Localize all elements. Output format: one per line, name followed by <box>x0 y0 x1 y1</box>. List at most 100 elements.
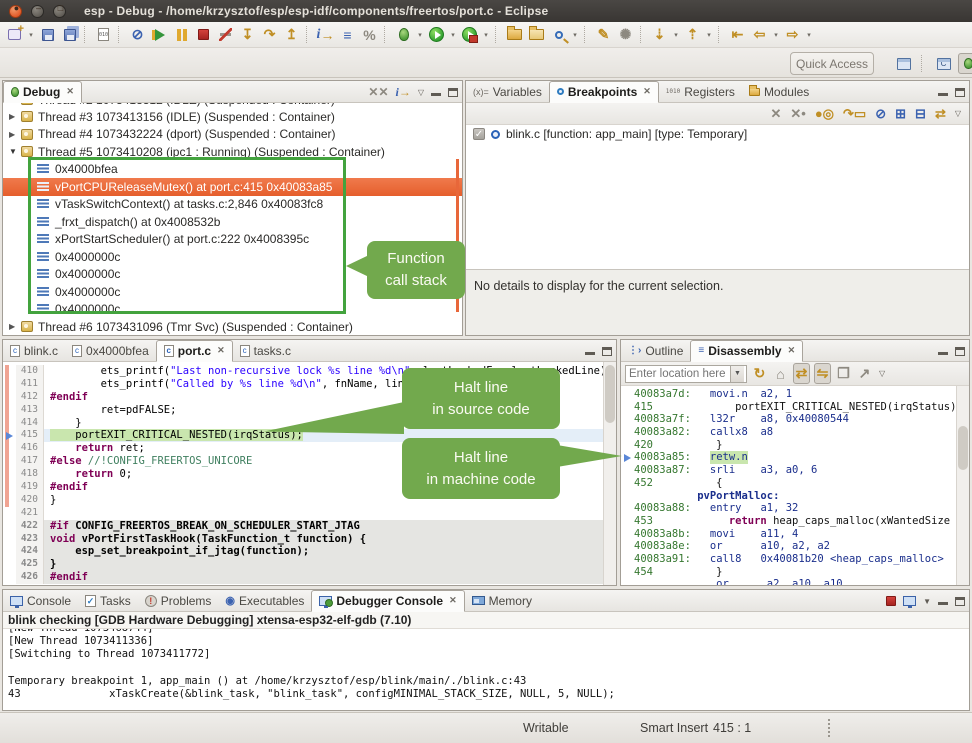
debug-button[interactable] <box>393 24 414 45</box>
sync-with-context-button[interactable]: ⇄ <box>793 363 810 384</box>
view-menu-icon[interactable]: ▽ <box>879 369 885 378</box>
skip-all-breakpoints-button[interactable]: ⊘ <box>127 24 148 45</box>
line-number[interactable]: 414 <box>16 417 44 430</box>
step-into-button[interactable]: ↧ <box>237 24 258 45</box>
tree-twistie-icon[interactable]: ▶ <box>9 112 21 121</box>
console-dropdown[interactable]: ▼ <box>923 597 931 606</box>
maximize-view-icon[interactable] <box>448 88 458 97</box>
stack-frame-row[interactable]: vPortCPUReleaseMutex() at port.c:415 0x4… <box>3 178 462 196</box>
collapse-all-button[interactable]: ⊟ <box>915 106 926 122</box>
step-return-button[interactable]: ↥ <box>281 24 302 45</box>
remove-breakpoint-button[interactable]: ✕ <box>770 106 781 122</box>
back-button[interactable]: ⇦ <box>749 24 770 45</box>
suspend-button[interactable] <box>171 24 192 45</box>
search-dropdown[interactable]: ▾ <box>570 24 580 45</box>
external-tools-button[interactable] <box>459 24 480 45</box>
forward-dropdown[interactable]: ▾ <box>804 24 814 45</box>
maximize-view-icon[interactable] <box>955 88 965 97</box>
tab-modules[interactable]: Modules <box>742 81 816 103</box>
expand-all-button[interactable]: ⊞ <box>895 106 906 122</box>
display-console-button[interactable] <box>903 596 916 606</box>
tab-blink-c[interactable]: c blink.c <box>3 340 65 362</box>
disassembly-scrollbar[interactable] <box>956 386 969 585</box>
previous-annotation-button[interactable]: ⇡ <box>682 24 703 45</box>
skip-all-breakpoints-button[interactable]: ⊘ <box>875 106 886 122</box>
open-resource-button[interactable] <box>526 24 547 45</box>
tab-outline[interactable]: ⋮› Outline <box>621 340 690 362</box>
refresh-button[interactable]: ↻ <box>751 363 768 384</box>
tab-console[interactable]: Console <box>3 590 78 612</box>
external-tools-dropdown[interactable]: ▾ <box>481 24 491 45</box>
editor-scrollbar[interactable] <box>603 362 616 585</box>
instruction-stepping-button[interactable]: ≡ <box>337 24 358 45</box>
show-source-button[interactable]: ⇋ <box>814 363 831 384</box>
close-icon[interactable]: ✕ <box>217 345 225 356</box>
search-button[interactable] <box>548 24 569 45</box>
copy-button[interactable]: ❐ <box>835 363 852 384</box>
line-number[interactable]: 416 <box>16 442 44 455</box>
close-icon[interactable]: ✕ <box>66 86 74 97</box>
tab-memory[interactable]: Memory <box>465 590 539 612</box>
breakpoint-item[interactable]: ✓ blink.c [function: app_main] [type: Te… <box>466 125 969 143</box>
line-number[interactable]: 411 <box>16 378 44 391</box>
new-cpp-project-button[interactable] <box>504 24 525 45</box>
open-binary-button[interactable]: 010 <box>93 24 114 45</box>
close-icon[interactable]: ✕ <box>449 595 457 606</box>
line-number[interactable]: 420 <box>16 494 44 507</box>
debug-thread-row[interactable]: ▼Thread #5 1073410208 (ipc1 : Running) (… <box>3 143 462 161</box>
scrollbar-thumb[interactable] <box>958 426 968 470</box>
forward-button[interactable]: ⇨ <box>782 24 803 45</box>
scrollbar-thumb[interactable] <box>605 365 615 423</box>
debug-dropdown[interactable]: ▾ <box>415 24 425 45</box>
save-all-button[interactable] <box>59 24 80 45</box>
stack-frame-row[interactable]: vTaskSwitchContext() at tasks.c:2,846 0x… <box>3 196 462 214</box>
stack-frame-row[interactable]: 0x4000bfea <box>3 161 462 179</box>
tab-port-c[interactable]: c port.c ✕ <box>156 340 233 362</box>
tab-debug[interactable]: Debug ✕ <box>3 81 82 103</box>
mark-occurrences-button[interactable]: ✎ <box>593 24 614 45</box>
line-number[interactable]: 425 <box>16 558 44 571</box>
console-output[interactable]: [New Thread 1073468744][New Thread 10734… <box>3 629 969 710</box>
run-dropdown[interactable]: ▾ <box>448 24 458 45</box>
run-button[interactable] <box>426 24 447 45</box>
remove-all-terminated-button[interactable]: ✕✕ <box>368 85 388 99</box>
stack-frame-row[interactable]: 0x4000000c <box>3 301 462 319</box>
tree-twistie-icon[interactable]: ▶ <box>9 103 21 104</box>
maximize-view-icon[interactable] <box>955 597 965 606</box>
line-number[interactable]: 423 <box>16 533 44 546</box>
home-button[interactable]: ⌂ <box>772 363 789 384</box>
tab-tasks-c[interactable]: c tasks.c <box>233 340 298 362</box>
minimize-view-icon[interactable] <box>938 347 948 355</box>
tree-twistie-icon[interactable]: ▼ <box>9 147 21 156</box>
tab-debugger-console[interactable]: Debugger Console ✕ <box>311 590 464 612</box>
line-number[interactable]: 418 <box>16 468 44 481</box>
tree-twistie-icon[interactable]: ▶ <box>9 322 21 331</box>
toggle-comment-button[interactable]: ✺ <box>615 24 636 45</box>
line-number[interactable]: 426 <box>16 571 44 584</box>
step-into-selection-view-button[interactable]: i→ <box>396 83 411 101</box>
minimize-view-icon[interactable] <box>431 88 441 96</box>
tab-problems[interactable]: ! Problems <box>138 590 219 612</box>
terminate-console-button[interactable] <box>886 596 896 606</box>
location-dropdown[interactable]: ▼ <box>730 366 744 382</box>
step-over-button[interactable]: ↷ <box>259 24 280 45</box>
resume-button[interactable] <box>149 24 170 45</box>
debug-thread-row[interactable]: ▶Thread #3 1073413156 (IDLE) (Suspended … <box>3 108 462 126</box>
window-minimize-button[interactable]: – <box>31 5 44 18</box>
next-annotation-button[interactable]: ⇣ <box>649 24 670 45</box>
open-perspective-button[interactable] <box>893 53 914 74</box>
line-number[interactable]: 424 <box>16 545 44 558</box>
line-number[interactable]: 415 <box>16 429 44 442</box>
use-step-filters-button[interactable]: % <box>359 24 380 45</box>
window-maximize-button[interactable]: □ <box>53 5 66 18</box>
stack-frame-row[interactable]: _frxt_dispatch() at 0x4008532b <box>3 213 462 231</box>
tab-executables[interactable]: ◉ Executables <box>218 590 311 612</box>
new-wizard-button[interactable] <box>4 24 25 45</box>
previous-annotation-dropdown[interactable]: ▾ <box>704 24 714 45</box>
save-button[interactable] <box>37 24 58 45</box>
breakpoint-checkbox[interactable]: ✓ <box>473 128 485 140</box>
next-annotation-dropdown[interactable]: ▾ <box>671 24 681 45</box>
tab-variables[interactable]: (x)= Variables <box>466 81 549 103</box>
go-to-file-button[interactable]: ↷▭ <box>843 106 866 122</box>
line-number[interactable]: 419 <box>16 481 44 494</box>
